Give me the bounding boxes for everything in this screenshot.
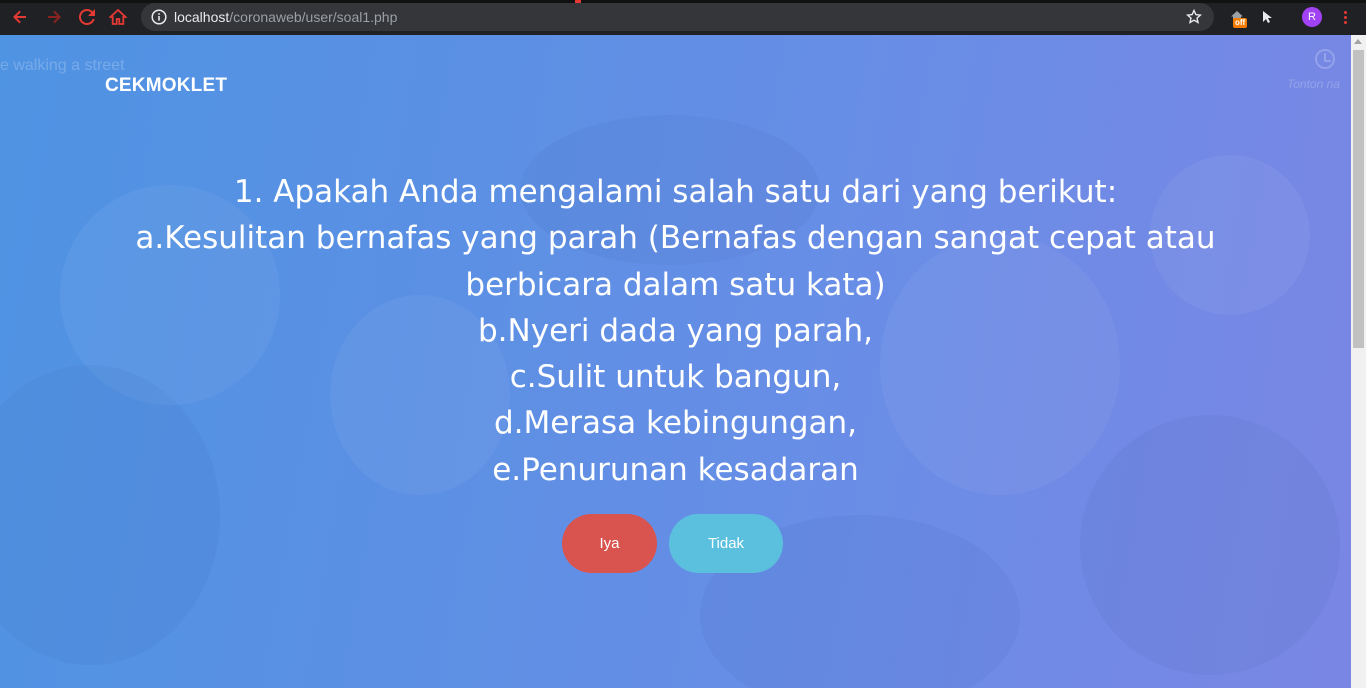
yes-button[interactable]: Iya [562,514,657,573]
no-button[interactable]: Tidak [669,514,783,573]
background-video-caption: e walking a street [0,57,125,74]
extension-badge: off [1233,18,1248,28]
forward-icon[interactable] [43,6,65,28]
url-host: localhost [174,9,230,25]
navbar-brand[interactable]: CEKMOKLET [105,75,227,97]
address-bar[interactable]: localhost/coronaweb/user/soal1.php [141,3,1214,31]
question-line: 1. Apakah Anda mengalami salah satu dari… [233,174,1118,210]
avatar-initial: R [1302,7,1322,27]
background-video-label: Tonton na [1287,77,1340,91]
scroll-up-arrow-icon[interactable] [1354,39,1362,44]
question-line: c.Sulit untuk bangun, [509,359,842,396]
question-line: berbicara dalam satu kata) [465,266,886,303]
question-line: e.Penurunan kesadaran [492,451,859,488]
url-text: localhost/coronaweb/user/soal1.php [174,9,397,25]
scrollbar-thumb[interactable] [1353,50,1364,348]
site-info-icon[interactable] [150,8,168,26]
menu-dots-icon[interactable] [1334,6,1356,28]
clock-icon [1315,49,1335,69]
question-text: 1. Apakah Anda mengalami salah satu dari… [0,169,1351,493]
question-line: b.Nyeri dada yang parah, [478,312,873,349]
question-line: a.Kesulitan bernafas yang parah (Bernafa… [135,220,1216,257]
reload-icon[interactable] [76,6,98,28]
browser-toolbar: localhost/coronaweb/user/soal1.php off R [0,0,1366,35]
home-icon[interactable] [107,6,129,28]
url-path: /coronaweb/user/soal1.php [229,9,398,25]
profile-avatar[interactable]: R [1301,6,1323,28]
page-viewport: e walking a street Tonton na CEKMOKLET 1… [0,35,1351,688]
question-line: d.Merasa kebingungan, [493,405,858,442]
back-icon[interactable] [9,6,31,28]
cursor-extension-icon[interactable] [1256,6,1278,28]
page-scrollbar[interactable] [1351,35,1366,688]
bookmark-star-icon[interactable] [1185,8,1203,26]
extension-off-icon[interactable]: off [1226,6,1248,28]
